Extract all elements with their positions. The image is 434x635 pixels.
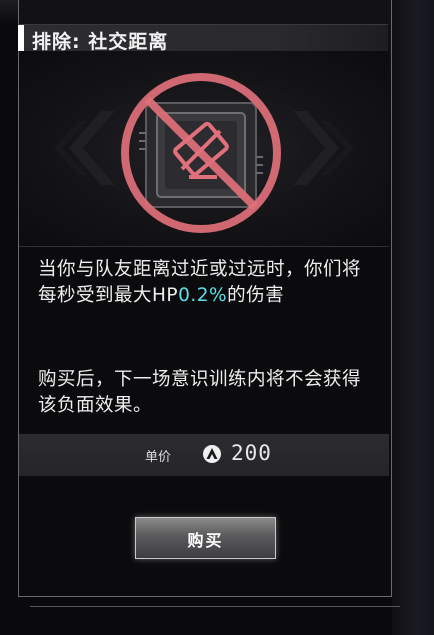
damage-percent-highlight: 0.2%	[178, 285, 228, 306]
bottom-divider	[30, 606, 400, 607]
background-edge	[392, 0, 434, 635]
price-row: 单价 200	[19, 434, 389, 476]
currency-a-icon	[203, 445, 221, 463]
icon-showcase	[19, 51, 389, 247]
buy-button[interactable]: 购买	[135, 517, 276, 559]
purchase-note: 购买后，下一场意识训练内将不会获得该负面效果。	[38, 369, 362, 416]
description-text-end: 的伤害	[227, 285, 285, 306]
price-label: 单价	[145, 450, 172, 465]
no-social-distance-icon	[54, 73, 354, 233]
effect-description: 当你与队友距离过近或过远时，你们将每秒受到最大HP0.2%的伤害	[38, 257, 378, 309]
title-bar: 排除: 社交距离	[18, 24, 388, 53]
price-value: 200	[231, 441, 272, 465]
buy-button-label: 购买	[187, 531, 224, 550]
card-title: 排除: 社交距离	[32, 31, 169, 53]
